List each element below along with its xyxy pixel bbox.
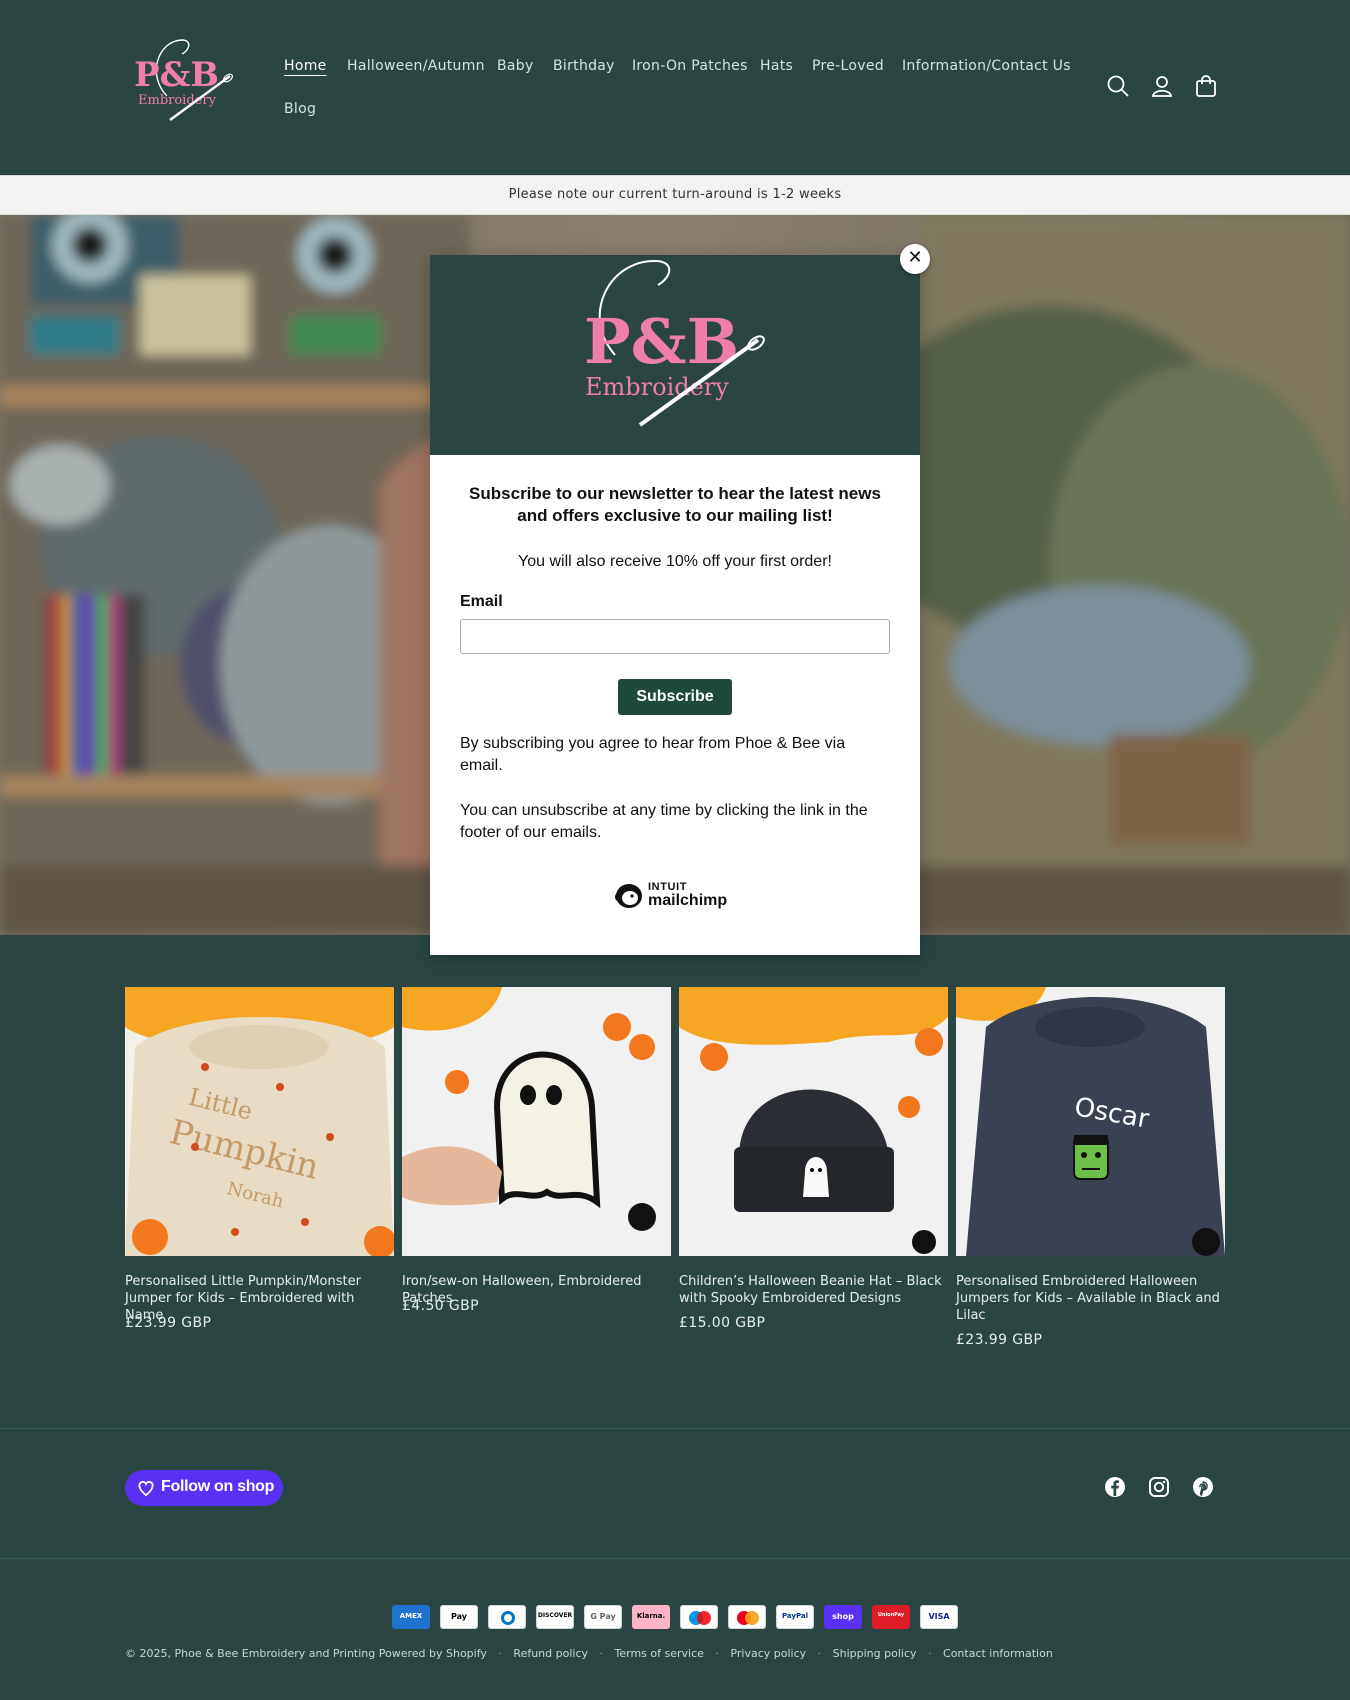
paypal-icon: PayPal xyxy=(776,1605,814,1629)
nav-halloween-autumn[interactable]: Halloween/Autumn xyxy=(347,58,485,74)
pinterest-icon[interactable] xyxy=(1190,1474,1216,1500)
follow-on-shop-button[interactable]: Follow on shop xyxy=(125,1470,283,1506)
instagram-icon[interactable] xyxy=(1146,1474,1172,1500)
privacy-policy-link[interactable]: Privacy policy xyxy=(730,1647,806,1660)
copyright-text: © 2025, xyxy=(125,1647,171,1660)
store-name-link[interactable]: Phoe & Bee Embroidery and Printing xyxy=(175,1647,376,1660)
nav-iron-on-patches[interactable]: Iron-On Patches xyxy=(632,58,748,74)
nav-home[interactable]: Home xyxy=(284,58,327,74)
close-modal-button[interactable]: ✕ xyxy=(900,244,930,274)
mailchimp-logo[interactable]: INTUIT mailchimp xyxy=(612,878,742,914)
nav-pre-loved[interactable]: Pre-Loved xyxy=(812,58,884,74)
account-icon[interactable] xyxy=(1148,72,1176,100)
store-logo[interactable]: P&B Embroidery xyxy=(132,36,248,124)
consent-text: By subscribing you agree to hear from Ph… xyxy=(460,735,846,774)
svg-text:P&B: P&B xyxy=(134,55,219,95)
product-image[interactable] xyxy=(679,987,948,1256)
product-price: £23.99 GBP xyxy=(956,1332,1043,1348)
subscribe-button[interactable]: Subscribe xyxy=(618,679,732,715)
product-price: £15.00 GBP xyxy=(679,1315,766,1331)
terms-of-service-link[interactable]: Terms of service xyxy=(615,1647,704,1660)
nav-information-contact[interactable]: Information/Contact Us xyxy=(902,58,1071,74)
nav-birthday[interactable]: Birthday xyxy=(553,58,615,74)
shipping-policy-link[interactable]: Shipping policy xyxy=(833,1647,917,1660)
modal-header: P&B Embroidery xyxy=(430,255,920,455)
product-price: £4.50 GBP xyxy=(402,1298,480,1314)
product-image[interactable]: Little Pumpkin Norah xyxy=(125,987,394,1256)
close-icon: ✕ xyxy=(907,247,923,268)
footer-links: © 2025, Phoe & Bee Embroidery and Printi… xyxy=(125,1647,1053,1660)
newsletter-modal: P&B Embroidery Subscribe to our newslett… xyxy=(430,255,920,955)
follow-on-shop-label: Follow on shop xyxy=(161,1478,275,1495)
footer-divider xyxy=(0,1558,1350,1559)
announcement-text: Please note our current turn-around is 1… xyxy=(508,187,842,202)
unsubscribe-text: You can unsubscribe at any time by click… xyxy=(460,802,868,841)
amex-icon: AMEX xyxy=(392,1605,430,1629)
discover-icon: DISCOVER xyxy=(536,1605,574,1629)
product-title[interactable]: Personalised Embroidered Halloween Jumpe… xyxy=(956,1273,1225,1324)
mailchimp-icon xyxy=(615,884,642,908)
site-header: P&B Embroidery Home Halloween/Autumn Bab… xyxy=(0,0,1350,175)
contact-information-link[interactable]: Contact information xyxy=(943,1647,1053,1660)
maestro-icon xyxy=(680,1605,718,1629)
mailchimp-word: mailchimp xyxy=(648,892,728,909)
facebook-icon[interactable] xyxy=(1102,1474,1128,1500)
email-field[interactable] xyxy=(460,619,890,654)
modal-logo-text: P&B xyxy=(584,305,739,378)
powered-by-shopify-link[interactable]: Powered by Shopify xyxy=(379,1647,487,1660)
shop-pay-icon: shop xyxy=(824,1605,862,1629)
cart-icon[interactable] xyxy=(1192,72,1220,100)
email-label: Email xyxy=(460,593,503,610)
modal-logo: P&B Embroidery xyxy=(584,259,765,427)
apple-pay-icon: Pay xyxy=(440,1605,478,1629)
modal-discount-text: You will also receive 10% off your first… xyxy=(518,553,832,570)
announcement-bar: Please note our current turn-around is 1… xyxy=(0,175,1350,215)
payment-icons: AMEX Pay DISCOVER G Pay Klarna. PayPal s… xyxy=(392,1605,958,1630)
visa-icon: VISA xyxy=(920,1605,958,1629)
refund-policy-link[interactable]: Refund policy xyxy=(513,1647,588,1660)
footer-divider xyxy=(0,1428,1350,1429)
product-price: £23.99 GBP xyxy=(125,1315,212,1331)
heart-icon xyxy=(138,1481,154,1497)
header-icons xyxy=(1104,72,1224,104)
nav-blog[interactable]: Blog xyxy=(284,101,316,117)
product-grid: Little Pumpkin Norah Personalised Little… xyxy=(125,987,1225,1367)
unionpay-icon: UnionPay xyxy=(872,1605,910,1629)
product-image[interactable]: Oscar xyxy=(956,987,1225,1256)
search-icon[interactable] xyxy=(1104,72,1132,100)
klarna-icon: Klarna. xyxy=(632,1605,670,1629)
nav-baby[interactable]: Baby xyxy=(497,58,534,74)
product-title[interactable]: Children’s Halloween Beanie Hat – Black … xyxy=(679,1273,948,1307)
google-pay-icon: G Pay xyxy=(584,1605,622,1629)
nav-hats[interactable]: Hats xyxy=(760,58,793,74)
modal-headline: Subscribe to our newsletter to hear the … xyxy=(469,484,881,525)
product-image[interactable] xyxy=(402,987,671,1256)
mastercard-icon xyxy=(728,1605,766,1629)
diners-club-icon xyxy=(488,1605,526,1629)
